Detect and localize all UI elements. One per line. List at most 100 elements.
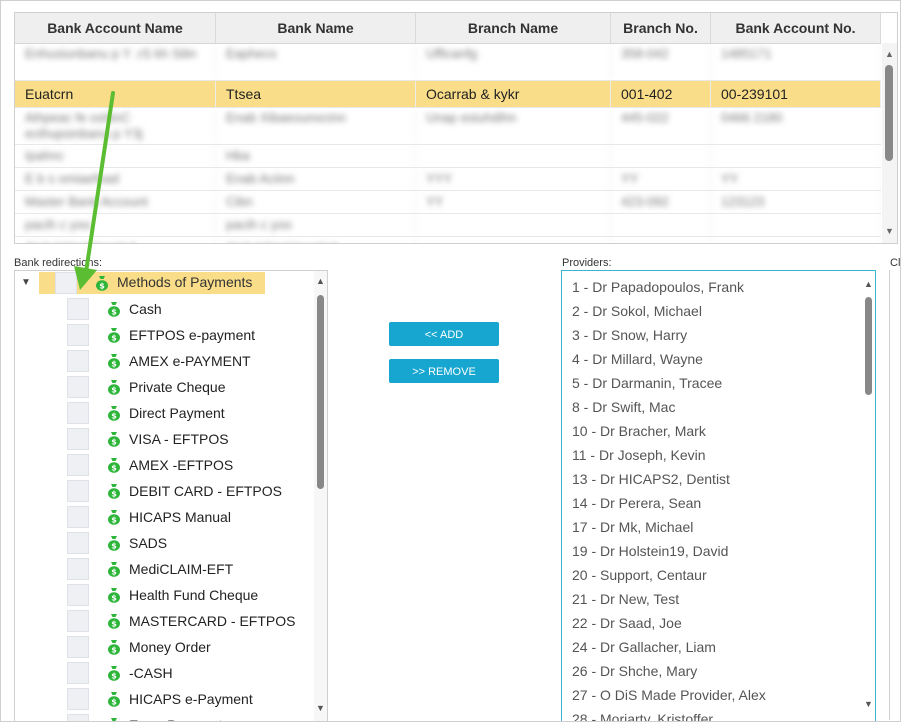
money-bag-icon: $ [96,276,108,291]
scroll-up-icon[interactable]: ▲ [863,279,874,289]
tree-item[interactable]: $ HICAPS e-Payment [15,687,315,713]
tree-item[interactable]: $ MASTERCARD - EFTPOS [15,609,315,635]
provider-item[interactable]: 5 - Dr Darmanin, Tracee [572,375,722,399]
checkbox[interactable] [67,610,89,632]
tree-root-label: Methods of Payments [117,274,253,290]
table-cell: YY [711,168,881,190]
tree-item[interactable]: $ AMEX e-PAYMENT [15,349,315,375]
providers-scrollbar[interactable]: ▲ ▼ [861,271,875,721]
checkbox[interactable] [67,532,89,554]
checkbox[interactable] [55,272,77,294]
checkbox[interactable] [67,428,89,450]
table-row[interactable]: Enhusiunbanu p Y .rS kh Silin Eaphecs Uffi… [15,44,881,81]
tree-item[interactable]: $ Eway Payment [15,713,315,721]
tree-item[interactable]: $ -CASH [15,661,315,687]
provider-item[interactable]: 1 - Dr Papadopoulos, Frank [572,279,744,303]
table-row[interactable]: Aihpeac fe oshinC ecthupsinbanu p Y3j Ena… [15,108,881,145]
scroll-down-icon[interactable]: ▼ [884,226,895,236]
tree-item[interactable]: $ Health Fund Cheque [15,583,315,609]
tree-item-label: HICAPS Manual [129,509,231,525]
provider-item[interactable]: 24 - Dr Gallacher, Liam [572,639,716,663]
tree-item[interactable]: $ Private Cheque [15,375,315,401]
checkbox[interactable] [67,662,89,684]
column-header[interactable]: Branch Name [416,13,611,43]
checkbox[interactable] [67,558,89,580]
provider-item[interactable]: 19 - Dr Holstein19, David [572,543,728,567]
table-cell: pacih c yoo [15,214,216,236]
provider-item[interactable]: 21 - Dr New, Test [572,591,679,615]
tree-item[interactable]: $ Money Order [15,635,315,661]
checkbox[interactable] [67,480,89,502]
scroll-up-icon[interactable]: ▲ [884,49,895,59]
provider-item[interactable]: 17 - Dr Mk, Michael [572,519,693,543]
svg-text:$: $ [111,386,117,395]
checkbox[interactable] [67,506,89,528]
column-header[interactable]: Bank Account Name [15,13,216,43]
provider-item[interactable]: 2 - Dr Sokol, Michael [572,303,702,327]
scroll-down-icon[interactable]: ▼ [863,699,874,709]
checkbox[interactable] [67,402,89,424]
tree-item-label: Money Order [129,639,211,655]
providers-label: Providers: [562,257,612,269]
table-row-selected[interactable]: Euatcrn Ttsea Ocarrab & kykr 001-402 00-2391… [15,81,881,108]
table-row[interactable]: pacih c yoo pacih c yoo [15,214,881,237]
money-bag-icon: $ [108,354,120,369]
table-cell: Eaphecs [216,44,416,80]
remove-button[interactable]: >> REMOVE [389,359,499,383]
provider-item[interactable]: 10 - Dr Bracher, Mark [572,423,706,447]
table-row[interactable]: Aiab lahiad beodcdAiab lahiad beodcd [15,237,881,243]
provider-item[interactable]: 26 - Dr Shche, Mary [572,663,697,687]
scrollbar-thumb[interactable] [885,65,893,161]
checkbox[interactable] [67,454,89,476]
provider-item[interactable]: 4 - Dr Millard, Wayne [572,351,703,375]
provider-item[interactable]: 13 - Dr HICAPS2, Dentist [572,471,730,495]
checkbox[interactable] [67,714,89,721]
scrollbar-thumb[interactable] [317,295,324,489]
tree-root-node[interactable]: ▼ $ Methods of Payments [15,271,315,295]
checkbox[interactable] [67,688,89,710]
checkbox[interactable] [67,636,89,658]
table-row[interactable]: Ipahnc Hba [15,145,881,168]
provider-item[interactable]: 28 - Moriarty, Kristoffer [572,711,713,721]
column-header[interactable]: Bank Name [216,13,416,43]
checkbox[interactable] [67,350,89,372]
money-bag-icon: $ [108,640,120,655]
tree-item[interactable]: $ Cash [15,297,315,323]
caret-down-icon[interactable]: ▼ [21,277,31,288]
tree-item[interactable]: $ VISA - EFTPOS [15,427,315,453]
providers-list[interactable]: 1 - Dr Papadopoulos, Frank 2 - Dr Sokol, … [561,270,876,721]
tree-item[interactable]: $ AMEX -EFTPOS [15,453,315,479]
table-row[interactable]: E b s omiaefnad Enab Aciinn YYY YY YY [15,168,881,191]
svg-text:$: $ [99,282,105,291]
tree-item-label: AMEX -EFTPOS [129,457,234,473]
svg-text:$: $ [111,360,117,369]
provider-item[interactable]: 14 - Dr Perera, Sean [572,495,701,519]
svg-text:$: $ [111,698,117,707]
table-scrollbar[interactable]: ▲ ▼ [882,43,897,243]
checkbox[interactable] [67,298,89,320]
tree-item[interactable]: $ EFTPOS e-payment [15,323,315,349]
checkbox[interactable] [67,376,89,398]
provider-item[interactable]: 11 - Dr Joseph, Kevin [572,447,706,471]
tree-item[interactable]: $ HICAPS Manual [15,505,315,531]
checkbox[interactable] [67,324,89,346]
provider-item[interactable]: 8 - Dr Swift, Mac [572,399,675,423]
provider-item[interactable]: 27 - O DiS Made Provider, Alex [572,687,766,711]
tree-item[interactable]: $ SADS [15,531,315,557]
tree-scrollbar[interactable]: ▲ ▼ [314,271,327,721]
table-cell: Enab Xibaeounocinn [216,108,416,144]
provider-item[interactable]: 22 - Dr Saad, Joe [572,615,682,639]
column-header[interactable]: Bank Account No. [711,13,881,43]
provider-item[interactable]: 20 - Support, Centaur [572,567,707,591]
scroll-down-icon[interactable]: ▼ [315,703,326,713]
table-row[interactable]: Master Bank Account Cibn YY 423-092 123123 [15,191,881,214]
provider-item[interactable]: 3 - Dr Snow, Harry [572,327,687,351]
checkbox[interactable] [67,584,89,606]
tree-item[interactable]: $ Direct Payment [15,401,315,427]
column-header[interactable]: Branch No. [611,13,711,43]
scrollbar-thumb[interactable] [865,297,872,395]
add-button[interactable]: << ADD [389,322,499,346]
tree-item[interactable]: $ MediCLAIM-EFT [15,557,315,583]
scroll-up-icon[interactable]: ▲ [315,276,326,286]
tree-item[interactable]: $ DEBIT CARD - EFTPOS [15,479,315,505]
